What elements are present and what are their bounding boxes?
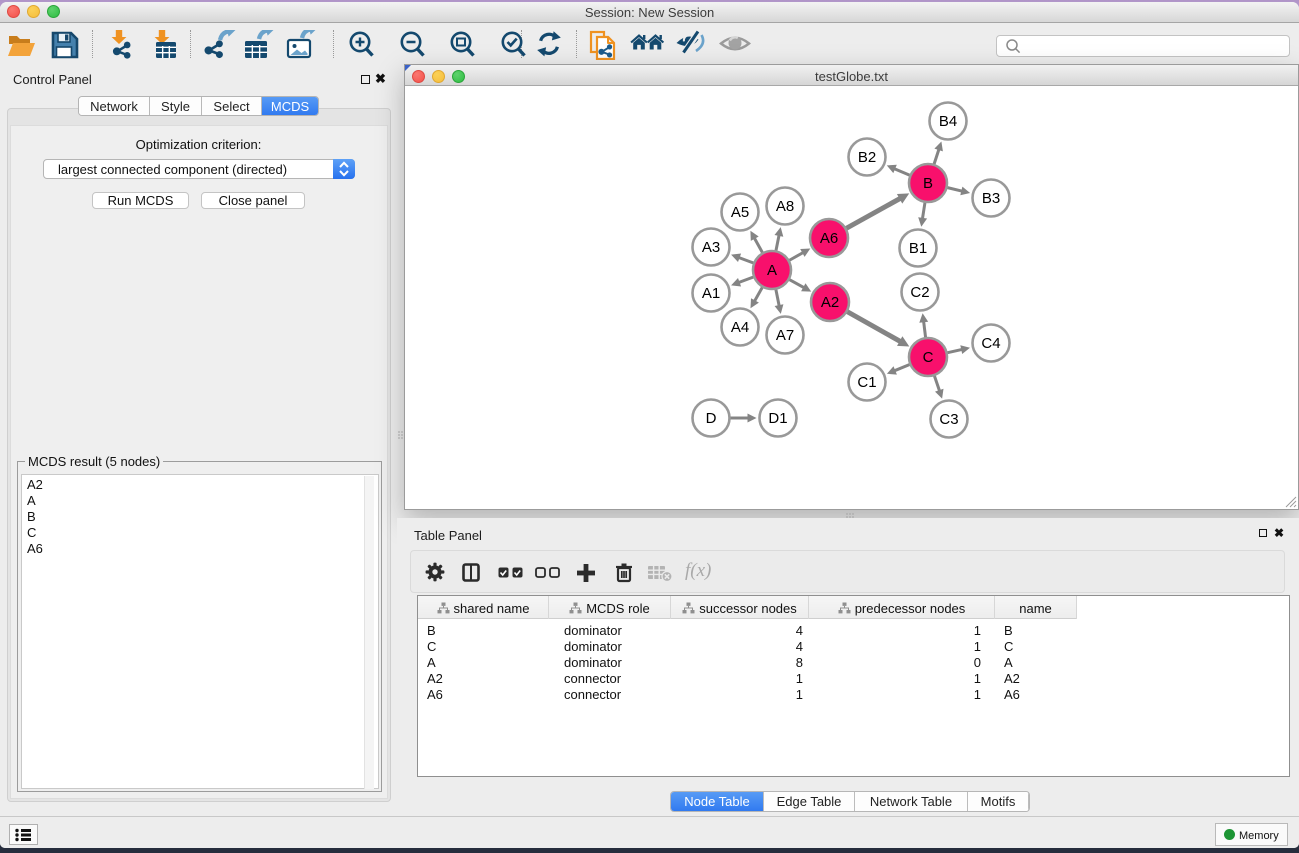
svg-text:D1: D1 [768, 410, 787, 427]
svg-text:A1: A1 [702, 285, 720, 302]
svg-text:B2: B2 [858, 149, 876, 166]
svg-text:B: B [923, 175, 933, 192]
svg-text:A2: A2 [821, 294, 839, 311]
svg-text:C: C [923, 349, 934, 366]
svg-text:B1: B1 [909, 240, 927, 257]
svg-text:C1: C1 [857, 374, 876, 391]
svg-text:A6: A6 [820, 230, 838, 247]
svg-text:B3: B3 [982, 190, 1000, 207]
svg-text:A5: A5 [731, 204, 749, 221]
svg-text:B4: B4 [939, 113, 957, 130]
svg-text:A7: A7 [776, 327, 794, 344]
svg-text:D: D [706, 410, 717, 427]
svg-text:A: A [767, 262, 777, 279]
svg-text:A4: A4 [731, 319, 749, 336]
svg-text:C3: C3 [939, 411, 958, 428]
svg-text:C2: C2 [910, 284, 929, 301]
svg-text:C4: C4 [981, 335, 1000, 352]
svg-text:A8: A8 [776, 198, 794, 215]
svg-text:A3: A3 [702, 239, 720, 256]
